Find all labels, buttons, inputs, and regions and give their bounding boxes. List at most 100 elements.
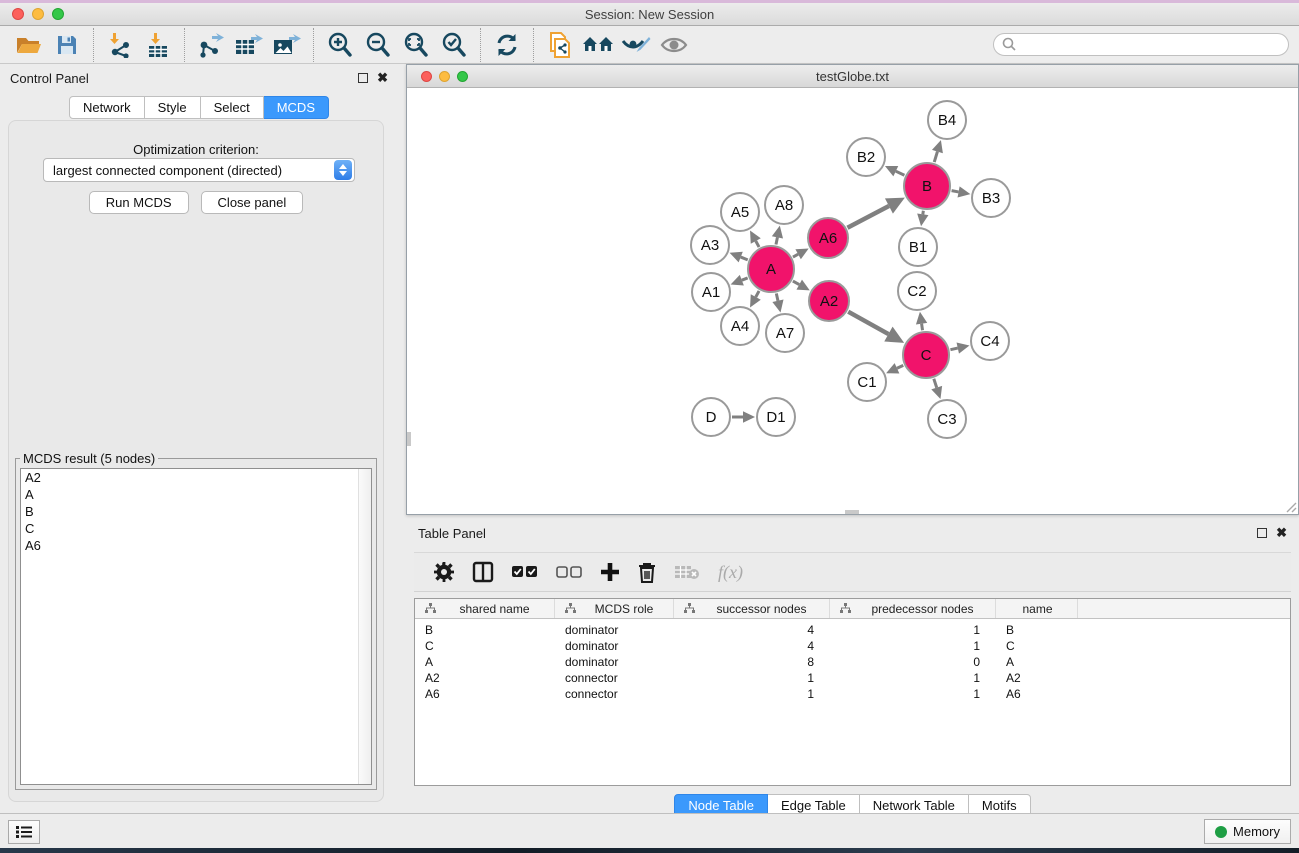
graph-edge-B-B2[interactable] — [885, 166, 904, 176]
open-session-button[interactable] — [10, 29, 48, 61]
zoom-in-button[interactable] — [321, 29, 359, 61]
table-settings-button[interactable] — [434, 557, 454, 587]
column-header-successor-nodes[interactable]: successor nodes — [674, 599, 830, 618]
column-view-button[interactable] — [472, 557, 494, 587]
import-table-button[interactable] — [139, 29, 177, 61]
graph-node-B3[interactable]: B3 — [972, 179, 1010, 217]
graph-edge-C-C2[interactable] — [916, 312, 927, 330]
graph-node-B[interactable]: B — [904, 163, 950, 209]
result-item[interactable]: B — [21, 503, 371, 520]
column-header-shared-name[interactable]: shared name — [415, 599, 555, 618]
zoom-out-button[interactable] — [359, 29, 397, 61]
search-input[interactable] — [993, 33, 1289, 56]
hide-graphics-details-button[interactable] — [617, 29, 655, 61]
zoom-fit-button[interactable] — [397, 29, 435, 61]
export-table-button[interactable] — [230, 29, 268, 61]
graph-edge-C-C1[interactable] — [886, 363, 903, 373]
zoom-selected-button[interactable] — [435, 29, 473, 61]
graph-edge-A-A8[interactable] — [772, 226, 783, 245]
column-header-predecessor-nodes[interactable]: predecessor nodes — [830, 599, 996, 618]
close-panel-button[interactable]: Close panel — [201, 191, 304, 214]
network-graph[interactable]: B4 B2 B B3 A8A5 A6 A3 B1 A A1 C2 A2 A4A7 C4 C C1 C3 D D1 — [407, 88, 1298, 514]
graph-node-D1[interactable]: D1 — [757, 398, 795, 436]
graph-node-A8[interactable]: A8 — [765, 186, 803, 224]
float-table-panel-icon[interactable] — [1257, 528, 1267, 538]
graph-node-A1[interactable]: A1 — [692, 273, 730, 311]
column-header-name[interactable]: name — [996, 599, 1078, 618]
result-item[interactable]: A2 — [21, 469, 371, 486]
graph-node-C3[interactable]: C3 — [928, 400, 966, 438]
graph-edge-B-B4[interactable] — [932, 140, 943, 162]
clone-network-button[interactable] — [541, 29, 579, 61]
export-network-button[interactable] — [192, 29, 230, 61]
criterion-dropdown[interactable]: largest connected component (directed) — [43, 158, 355, 182]
graph-edge-C-C3[interactable] — [931, 379, 942, 399]
table-row[interactable]: A2connector11A2 — [415, 670, 1290, 686]
graph-node-A4[interactable]: A4 — [721, 307, 759, 345]
graph-edge-B-B3[interactable] — [952, 186, 971, 197]
result-item[interactable]: A6 — [21, 537, 371, 554]
export-image-button[interactable] — [268, 29, 306, 61]
resize-grip-icon[interactable] — [1285, 501, 1297, 513]
column-header-MCDS-role[interactable]: MCDS role — [555, 599, 674, 618]
run-mcds-button[interactable]: Run MCDS — [89, 191, 189, 214]
refresh-button[interactable] — [488, 29, 526, 61]
graph-edge-D-D1[interactable] — [732, 411, 755, 422]
graph-node-A3[interactable]: A3 — [691, 226, 729, 264]
graph-node-C2[interactable]: C2 — [898, 272, 936, 310]
graph-node-D[interactable]: D — [692, 398, 730, 436]
delete-column-button[interactable] — [638, 557, 656, 587]
show-hide-button[interactable] — [655, 29, 693, 61]
home-layouts-button[interactable] — [579, 29, 617, 61]
float-panel-icon[interactable] — [358, 73, 368, 83]
graph-node-A2[interactable]: A2 — [809, 281, 849, 321]
close-table-panel-icon[interactable]: ✖ — [1276, 528, 1287, 538]
save-session-button[interactable] — [48, 29, 86, 61]
graph-edge-A2-C[interactable] — [848, 312, 904, 343]
table-row[interactable]: Cdominator41C — [415, 638, 1290, 654]
result-list-scrollbar[interactable] — [358, 469, 371, 784]
close-panel-icon[interactable]: ✖ — [377, 73, 388, 83]
graph-edge-A-A6[interactable] — [793, 249, 809, 260]
graph-edge-B-B1[interactable] — [917, 211, 928, 226]
memory-button[interactable]: Memory — [1204, 819, 1291, 844]
graph-node-A[interactable]: A — [748, 246, 794, 292]
canvas-scrollbar-vertical[interactable] — [407, 432, 411, 446]
graph-edge-C-C4[interactable] — [950, 342, 969, 353]
tab-mcds[interactable]: MCDS — [264, 96, 329, 119]
tab-network[interactable]: Network — [69, 96, 145, 119]
graph-edge-A-A5[interactable] — [750, 230, 761, 247]
table-row[interactable]: Bdominator41B — [415, 622, 1290, 638]
graph-node-C1[interactable]: C1 — [848, 363, 886, 401]
graph-edge-A-A2[interactable] — [793, 280, 810, 291]
graph-node-B1[interactable]: B1 — [899, 228, 937, 266]
graph-node-B2[interactable]: B2 — [847, 138, 885, 176]
graph-edge-A-A1[interactable] — [731, 275, 748, 286]
function-builder-button[interactable]: f(x) — [718, 557, 743, 587]
result-item[interactable]: C — [21, 520, 371, 537]
graph-node-B4[interactable]: B4 — [928, 101, 966, 139]
graph-edge-A-A3[interactable] — [730, 252, 748, 263]
graph-node-A7[interactable]: A7 — [766, 314, 804, 352]
select-all-button[interactable] — [512, 557, 538, 587]
import-network-button[interactable] — [101, 29, 139, 61]
canvas-scrollbar-horizontal[interactable] — [845, 510, 859, 514]
table-row[interactable]: A6connector11A6 — [415, 686, 1290, 702]
result-item[interactable]: A — [21, 486, 371, 503]
task-history-button[interactable] — [8, 820, 40, 844]
delete-table-button[interactable] — [674, 557, 700, 587]
tab-select[interactable]: Select — [201, 96, 264, 119]
graph-edge-A6-B[interactable] — [847, 198, 904, 228]
add-column-button[interactable] — [600, 557, 620, 587]
graph-node-A5[interactable]: A5 — [721, 193, 759, 231]
tab-style[interactable]: Style — [145, 96, 201, 119]
graph-node-C4[interactable]: C4 — [971, 322, 1009, 360]
table-row[interactable]: Adominator80A — [415, 654, 1290, 670]
graph-edge-A-A7[interactable] — [772, 293, 783, 312]
network-canvas[interactable]: B4 B2 B B3 A8A5 A6 A3 B1 A A1 C2 A2 A4A7 C4 C C1 C3 D D1 — [407, 88, 1298, 514]
deselect-all-button[interactable] — [556, 557, 582, 587]
graph-node-C[interactable]: C — [903, 332, 949, 378]
graph-edge-A-A4[interactable] — [750, 291, 761, 308]
network-window-titlebar[interactable]: testGlobe.txt — [407, 65, 1298, 88]
graph-node-A6[interactable]: A6 — [808, 218, 848, 258]
